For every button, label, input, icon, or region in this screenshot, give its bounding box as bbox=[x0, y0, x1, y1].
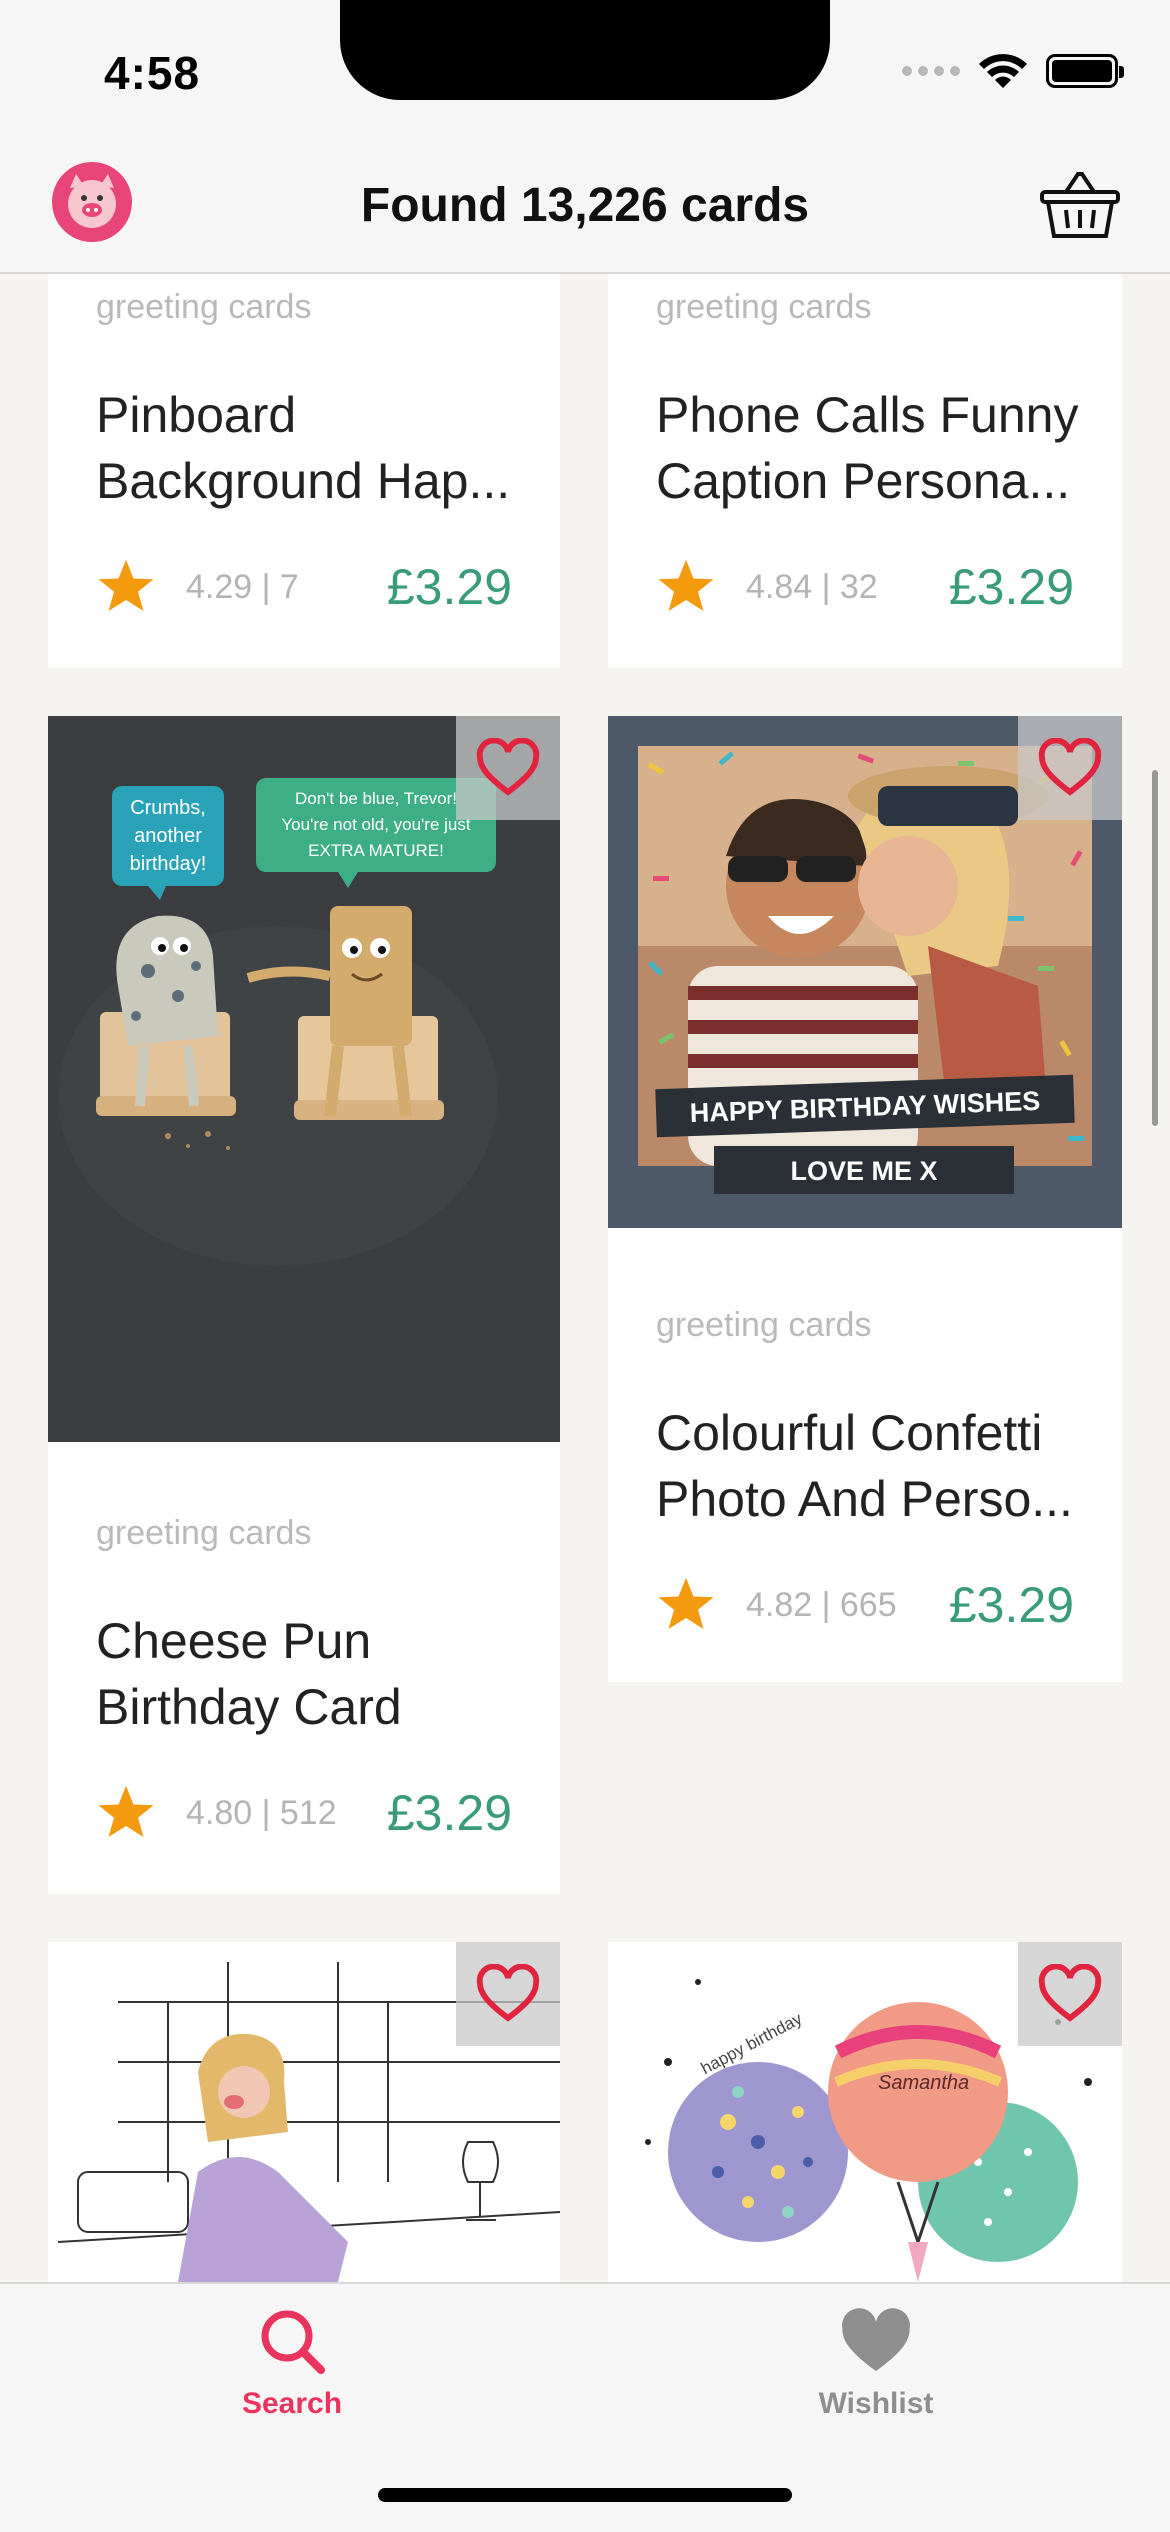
card-price: £3.29 bbox=[386, 1785, 512, 1841]
nav-bar: Found 13,226 cards bbox=[0, 140, 1170, 274]
wishlist-button[interactable] bbox=[1018, 716, 1122, 820]
tab-label: Wishlist bbox=[818, 2387, 934, 2420]
tab-search[interactable]: Search bbox=[142, 2306, 442, 2421]
card-image[interactable]: Crumbs, another birthday! Don't be blue,… bbox=[48, 716, 560, 1442]
heart-icon bbox=[842, 2308, 910, 2371]
star-icon bbox=[658, 559, 714, 611]
cellular-icon bbox=[902, 66, 960, 76]
card-category: greeting cards bbox=[96, 1514, 312, 1552]
card-image[interactable]: happy birthday Samantha bbox=[608, 1942, 1122, 2282]
product-card[interactable]: HAPPY BIRTHDAY WISHES LOVE ME X greeting… bbox=[608, 716, 1122, 1682]
photo-banner-2: LOVE ME X bbox=[790, 1156, 938, 1186]
card-rating: 4.29 | 7 bbox=[186, 568, 299, 606]
star-icon bbox=[98, 1785, 154, 1837]
heart-outline-icon bbox=[476, 738, 540, 796]
card-title: Colourful Confetti Photo And Perso... bbox=[656, 1405, 1073, 1527]
wifi-icon bbox=[979, 54, 1027, 88]
card-category: greeting cards bbox=[96, 288, 312, 326]
card-title: Cheese Pun Birthday Card bbox=[96, 1613, 402, 1735]
wishlist-button[interactable] bbox=[1018, 1942, 1122, 2046]
star-icon bbox=[98, 559, 154, 611]
tab-label: Search bbox=[241, 2387, 343, 2420]
heart-outline-icon bbox=[1038, 738, 1102, 796]
product-card[interactable]: greeting cards Phone Calls Funny Caption… bbox=[608, 274, 1122, 668]
product-card[interactable] bbox=[48, 1942, 560, 2282]
product-card[interactable]: happy birthday Samantha bbox=[608, 1942, 1122, 2282]
heart-outline-icon bbox=[476, 1964, 540, 2022]
status-bar: 4:58 bbox=[0, 0, 1170, 140]
wishlist-button[interactable] bbox=[456, 1942, 560, 2046]
card-price: £3.29 bbox=[948, 1577, 1074, 1633]
balloon-text-2: Samantha bbox=[878, 2072, 970, 2094]
card-category: greeting cards bbox=[656, 288, 872, 326]
status-icons bbox=[902, 52, 1124, 90]
search-icon bbox=[261, 2310, 325, 2374]
page-title: Found 13,226 cards bbox=[360, 179, 810, 232]
card-price: £3.29 bbox=[386, 559, 512, 615]
wishlist-button[interactable] bbox=[456, 716, 560, 820]
tab-wishlist[interactable]: Wishlist bbox=[726, 2306, 1026, 2421]
heart-outline-icon bbox=[1038, 1964, 1102, 2022]
basket-icon[interactable] bbox=[1040, 168, 1120, 240]
home-indicator bbox=[378, 2488, 792, 2502]
scrollbar[interactable] bbox=[1152, 770, 1158, 1126]
product-card[interactable]: greeting cards Pinboard Background Hap..… bbox=[48, 274, 560, 668]
card-image[interactable]: HAPPY BIRTHDAY WISHES LOVE ME X bbox=[608, 716, 1122, 1228]
star-icon bbox=[658, 1577, 714, 1629]
status-time: 4:58 bbox=[104, 47, 201, 99]
card-title: Pinboard Background Hap... bbox=[96, 387, 511, 509]
notch bbox=[340, 0, 830, 100]
card-image[interactable] bbox=[48, 1942, 560, 2282]
card-rating: 4.82 | 665 bbox=[746, 1586, 897, 1624]
speech-bubble-left: Crumbs, another birthday! bbox=[129, 797, 207, 875]
card-rating: 4.80 | 512 bbox=[186, 1794, 337, 1832]
product-card[interactable]: Crumbs, another birthday! Don't be blue,… bbox=[48, 716, 560, 1894]
card-category: greeting cards bbox=[656, 1306, 872, 1344]
card-title: Phone Calls Funny Caption Persona... bbox=[656, 387, 1079, 509]
card-price: £3.29 bbox=[948, 559, 1074, 615]
card-rating: 4.84 | 32 bbox=[746, 568, 878, 606]
battery-icon bbox=[1046, 54, 1124, 88]
